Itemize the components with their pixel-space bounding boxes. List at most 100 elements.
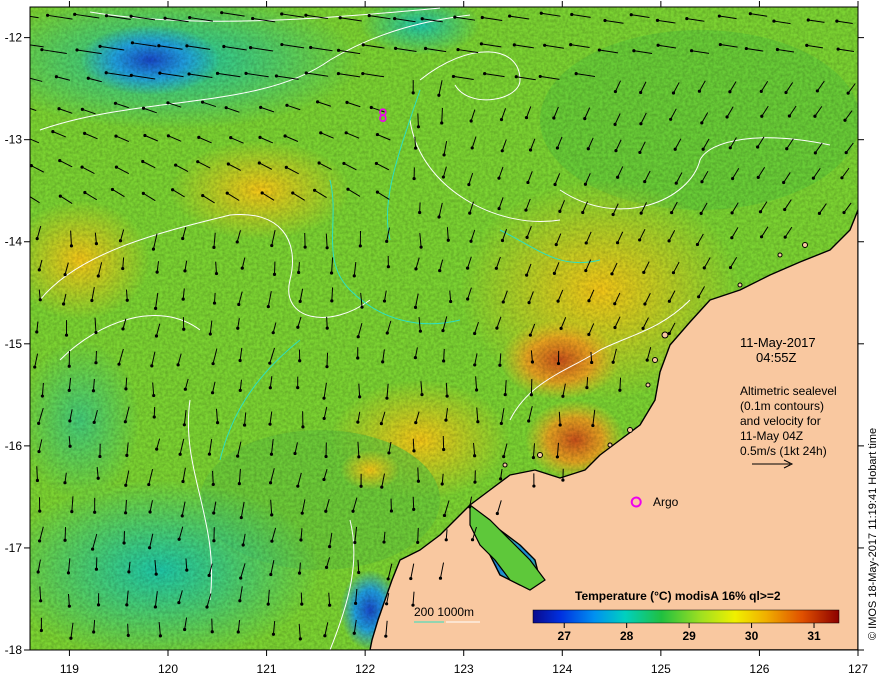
- velocity-arrow-head: [37, 421, 41, 426]
- velocity-arrow-head: [158, 71, 162, 75]
- velocity-arrow-head: [502, 454, 506, 459]
- velocity-arrow-head: [772, 19, 776, 23]
- velocity-arrow-head: [38, 509, 42, 513]
- velocity-arrow-head: [58, 194, 62, 198]
- velocity-arrow-head: [214, 271, 219, 276]
- x-tick-label: 120: [158, 662, 178, 676]
- velocity-arrow-head: [437, 215, 441, 219]
- velocity-arrow-head: [699, 211, 703, 215]
- velocity-arrow-head: [382, 540, 386, 544]
- velocity-arrow-head: [418, 329, 422, 333]
- velocity-arrow-head: [583, 117, 587, 121]
- velocity-arrow-head: [239, 576, 243, 580]
- velocity-arrow-head: [731, 176, 735, 181]
- velocity-arrow-head: [497, 207, 501, 211]
- legend-line-3: and velocity for: [740, 414, 821, 428]
- velocity-arrow-head: [416, 479, 421, 483]
- velocity-arrow-head: [285, 103, 289, 107]
- velocity-arrow-head: [325, 365, 329, 369]
- velocity-arrow-head: [301, 425, 305, 429]
- velocity-arrow-head: [499, 117, 504, 122]
- velocity-arrow-head: [730, 211, 734, 215]
- velocity-arrow-head: [280, 42, 284, 47]
- velocity-arrow-head: [476, 420, 480, 424]
- velocity-arrow-head: [639, 211, 643, 215]
- velocity-arrow-head: [412, 176, 416, 181]
- velocity-arrow-head: [110, 187, 115, 192]
- velocity-arrow-head: [638, 238, 642, 242]
- velocity-arrow-head: [125, 298, 129, 302]
- velocity-arrow-head: [559, 326, 563, 330]
- velocity-arrow-head: [384, 634, 388, 638]
- velocity-arrow-head: [529, 393, 533, 397]
- velocity-arrow-head: [728, 146, 732, 150]
- velocity-arrow-head: [700, 180, 704, 184]
- velocity-arrow-head: [629, 13, 633, 17]
- velocity-arrow-head: [561, 478, 565, 482]
- velocity-arrow-head: [154, 334, 159, 338]
- velocity-arrow-head: [67, 388, 71, 392]
- velocity-arrow-head: [412, 449, 416, 453]
- velocity-arrow: [441, 107, 443, 123]
- velocity-arrow-head: [181, 479, 185, 484]
- velocity-arrow-head: [336, 72, 341, 76]
- velocity-arrow-head: [358, 395, 362, 399]
- velocity-arrow-head: [260, 191, 264, 195]
- velocity-arrow-head: [270, 513, 274, 517]
- velocity-arrow-head: [163, 16, 167, 20]
- velocity-arrow-head: [298, 359, 302, 363]
- velocity-arrow-head: [323, 634, 327, 638]
- velocity-arrow-head: [702, 266, 706, 270]
- velocity-arrow-head: [226, 162, 230, 166]
- velocity-arrow-head: [380, 485, 384, 489]
- velocity-arrow-head: [188, 15, 192, 20]
- velocity-arrow-head: [248, 46, 253, 50]
- velocity-arrow-head: [125, 603, 129, 607]
- velocity-arrow-head: [473, 363, 477, 367]
- velocity-arrow-head: [114, 165, 119, 169]
- velocity-arrow-head: [324, 509, 328, 513]
- velocity-arrow-head: [843, 118, 847, 122]
- velocity-arrow-head: [94, 242, 99, 246]
- velocity-arrow-head: [174, 163, 178, 167]
- velocity-arrow-head: [670, 211, 674, 215]
- velocity-arrow-head: [268, 481, 273, 485]
- velocity-arrow-head: [238, 358, 242, 363]
- velocity-arrow-head: [655, 18, 660, 22]
- velocity-arrow-head: [73, 12, 77, 16]
- velocity-arrow-head: [207, 452, 212, 456]
- velocity-arrow-head: [449, 299, 453, 304]
- velocity-arrow-head: [113, 101, 118, 105]
- velocity-arrow-head: [296, 386, 300, 390]
- velocity-arrow-head: [224, 106, 228, 110]
- velocity-arrow-head: [69, 244, 74, 248]
- velocity-arrow-head: [96, 603, 101, 607]
- velocity-arrow-head: [389, 509, 394, 513]
- velocity-arrow-head: [62, 302, 66, 306]
- velocity-arrow-head: [614, 148, 618, 153]
- velocity-arrow-head: [266, 602, 270, 606]
- velocity-arrow-head: [324, 565, 329, 569]
- velocity-arrow-head: [211, 362, 215, 366]
- velocity-arrow-head: [473, 454, 477, 458]
- velocity-arrow-head: [697, 89, 702, 93]
- velocity-arrow-head: [527, 301, 531, 305]
- velocity-arrow-head: [259, 105, 263, 109]
- velocity-arrow-head: [319, 131, 323, 135]
- velocity-arrow-head: [269, 452, 274, 456]
- velocity-arrow-head: [385, 331, 389, 335]
- velocity-arrow-head: [91, 547, 95, 551]
- velocity-arrow-head: [556, 299, 560, 303]
- legend-line-4: 11-May 04Z: [740, 429, 803, 443]
- colorbar-tick-label: 28: [620, 629, 634, 643]
- velocity-arrow-head: [760, 114, 764, 118]
- velocity-arrow-head: [836, 47, 840, 51]
- velocity-arrow-head: [456, 47, 460, 52]
- velocity-arrow-head: [215, 421, 220, 425]
- velocity-arrow-head: [148, 510, 152, 514]
- velocity-arrow-head: [114, 134, 118, 138]
- velocity-arrow-head: [66, 571, 71, 575]
- velocity-arrow-head: [94, 361, 98, 365]
- velocity-arrow-head: [300, 511, 304, 515]
- velocity-arrow-head: [643, 179, 647, 184]
